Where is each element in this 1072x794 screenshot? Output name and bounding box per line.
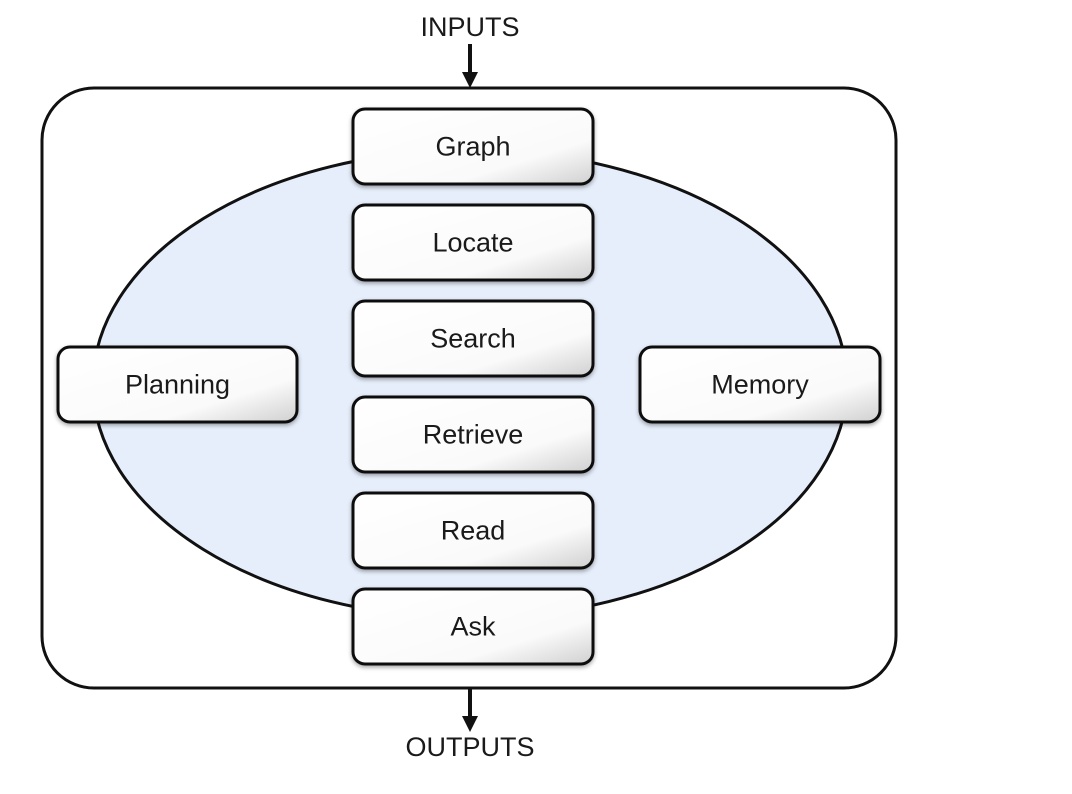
outputs-label: OUTPUTS xyxy=(405,732,534,762)
module-planning-label: Planning xyxy=(125,370,230,400)
module-search: Search xyxy=(351,299,595,378)
module-search-label: Search xyxy=(430,324,516,354)
module-locate: Locate xyxy=(351,203,595,282)
module-graph-label: Graph xyxy=(435,132,510,162)
module-locate-label: Locate xyxy=(432,228,513,258)
module-memory: Memory xyxy=(638,345,882,424)
module-retrieve-label: Retrieve xyxy=(423,420,524,450)
module-read: Read xyxy=(351,491,595,570)
input-arrow xyxy=(462,44,478,88)
module-ask-label: Ask xyxy=(450,612,496,642)
inputs-label: INPUTS xyxy=(420,12,519,42)
module-retrieve: Retrieve xyxy=(351,395,595,474)
agent-architecture-diagram: INPUTS Graph Locate Search Retrieve Read Ask P… xyxy=(40,12,898,762)
output-arrow xyxy=(462,688,478,732)
module-ask: Ask xyxy=(351,587,595,666)
module-graph: Graph xyxy=(351,107,595,186)
module-planning: Planning xyxy=(56,345,299,424)
module-memory-label: Memory xyxy=(711,370,809,400)
module-read-label: Read xyxy=(441,516,506,546)
